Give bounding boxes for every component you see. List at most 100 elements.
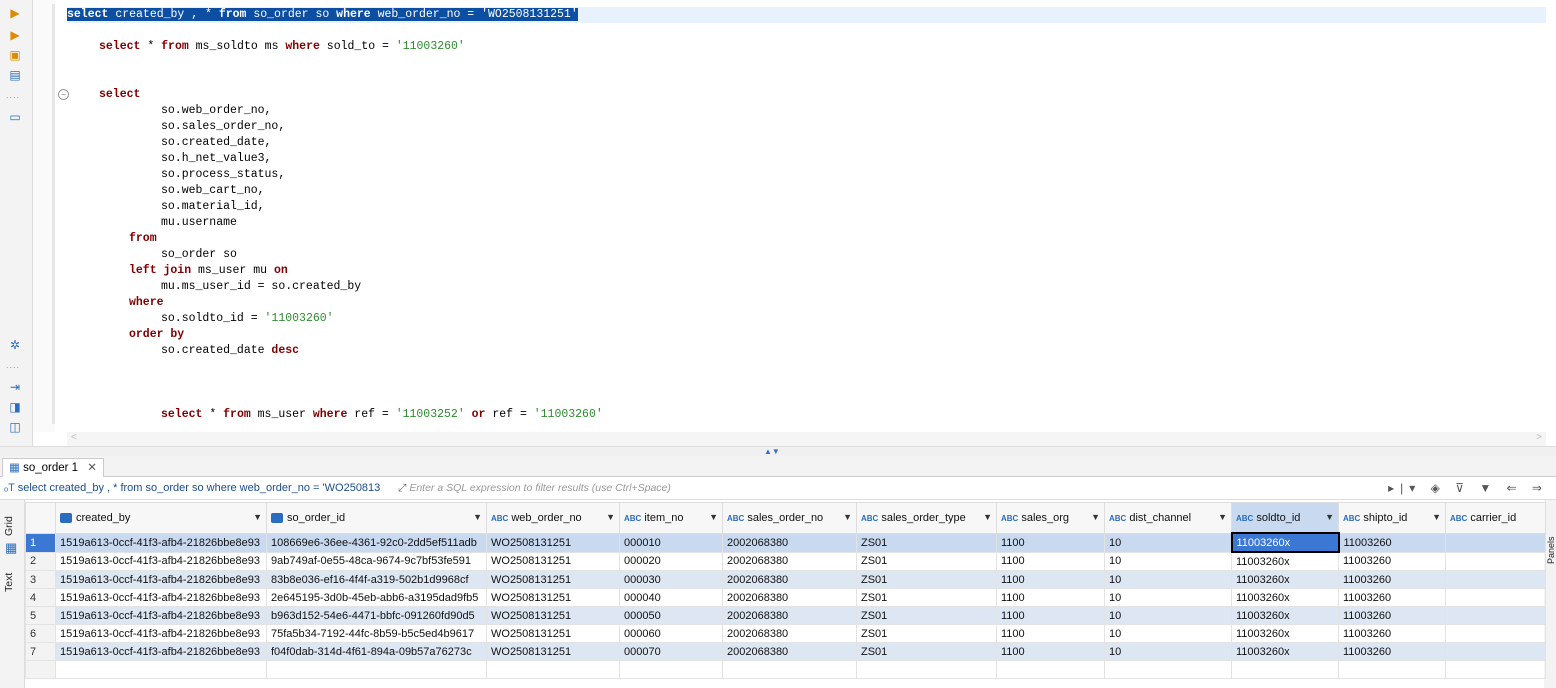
column-header-sales-order-type[interactable]: ABC sales_order_type ▼ [856, 502, 997, 534]
execute-statement-icon[interactable]: ▶ [8, 6, 22, 20]
table-cell[interactable]: 11003260x [1231, 570, 1339, 589]
table-row[interactable]: 7 1519a613-0ccf-41f3-afb4-21826bbe8e93 f04… [25, 642, 1546, 661]
table-cell[interactable]: 1100 [996, 551, 1105, 571]
new-script-icon[interactable]: ◨ [8, 400, 22, 414]
sql-editor[interactable]: select created_by , * from so_order so w… [67, 0, 1556, 432]
table-row[interactable]: 6 1519a613-0ccf-41f3-afb4-21826bbe8e93 75f… [25, 624, 1546, 643]
results-grid[interactable]: created_by ▼ so_order_id ▼ ABC web_order_no… [25, 502, 1546, 679]
table-cell[interactable]: 11003260x [1231, 606, 1339, 625]
sort-icon[interactable]: ▼ [253, 512, 262, 522]
table-cell[interactable]: WO2508131251 [486, 606, 620, 625]
table-cell[interactable]: 1519a613-0ccf-41f3-afb4-21826bbe8e93 [55, 588, 267, 607]
sort-icon[interactable]: ▼ [1325, 512, 1334, 522]
table-cell[interactable] [1445, 606, 1546, 625]
column-header-so-order-id[interactable]: so_order_id ▼ [266, 502, 487, 534]
table-cell[interactable]: 10 [1104, 642, 1232, 661]
horizontal-scrollbar[interactable]: < > [67, 432, 1546, 446]
table-cell[interactable]: 10 [1104, 551, 1232, 571]
table-cell[interactable]: 11003260x [1231, 588, 1339, 607]
column-header-web-order-no[interactable]: ABC web_order_no ▼ [486, 502, 620, 534]
row-number[interactable]: 6 [25, 624, 56, 643]
sort-icon[interactable]: ▼ [1091, 512, 1100, 522]
table-cell[interactable]: 000060 [619, 624, 723, 643]
table-cell[interactable]: 1519a613-0ccf-41f3-afb4-21826bbe8e93 [55, 606, 267, 625]
table-row[interactable]: 3 1519a613-0ccf-41f3-afb4-21826bbe8e93 83b… [25, 570, 1546, 589]
column-header-soldto-id[interactable]: ABC soldto_id ▼ [1231, 502, 1339, 534]
table-cell[interactable]: 2002068380 [722, 551, 857, 571]
table-cell[interactable]: 11003260x [1231, 642, 1339, 661]
table-cell[interactable]: 10 [1104, 606, 1232, 625]
table-cell[interactable]: 2002068380 [722, 532, 857, 553]
table-cell[interactable]: 11003260x [1231, 624, 1339, 643]
table-cell[interactable]: 11003260 [1338, 606, 1446, 625]
table-cell[interactable]: 1519a613-0ccf-41f3-afb4-21826bbe8e93 [55, 551, 267, 571]
table-cell[interactable] [1445, 570, 1546, 589]
table-cell[interactable]: 2e645195-3d0b-45eb-abb6-a3195dad9fb5 [266, 588, 487, 607]
tab-grid[interactable]: Grid [3, 516, 15, 536]
table-cell[interactable]: 1519a613-0ccf-41f3-afb4-21826bbe8e93 [55, 570, 267, 589]
table-row[interactable]: 4 1519a613-0ccf-41f3-afb4-21826bbe8e93 2e6… [25, 588, 1546, 607]
table-cell[interactable]: WO2508131251 [486, 532, 620, 553]
table-cell[interactable]: 11003260x [1230, 532, 1340, 553]
table-cell[interactable] [1445, 642, 1546, 661]
table-cell[interactable]: 000030 [619, 570, 723, 589]
table-cell[interactable]: 11003260 [1338, 532, 1446, 553]
column-header-carrier-id[interactable]: ABC carrier_id [1445, 502, 1546, 534]
table-cell[interactable]: 2002068380 [722, 642, 857, 661]
sort-icon[interactable]: ▼ [1218, 512, 1227, 522]
table-cell[interactable] [1445, 551, 1546, 571]
sort-icon[interactable]: ▼ [983, 512, 992, 522]
row-number[interactable]: 4 [25, 588, 56, 607]
table-cell[interactable]: 1519a613-0ccf-41f3-afb4-21826bbe8e93 [55, 532, 267, 553]
table-cell[interactable]: ZS01 [856, 624, 997, 643]
scroll-left-icon[interactable]: < [71, 432, 77, 443]
collapse-arrows-icon[interactable]: ▲▼ [764, 447, 780, 456]
panels-label[interactable]: Panels [1546, 536, 1556, 564]
table-cell[interactable]: f04f0dab-314d-4f61-894a-09b57a76273c [266, 642, 487, 661]
table-cell[interactable]: 10 [1104, 588, 1232, 607]
column-header-sales-order-no[interactable]: ABC sales_order_no ▼ [722, 502, 857, 534]
table-cell[interactable]: 000020 [619, 551, 723, 571]
table-cell[interactable]: 2002068380 [722, 624, 857, 643]
table-cell[interactable]: 000040 [619, 588, 723, 607]
sort-icon[interactable]: ▼ [473, 512, 482, 522]
variables-icon[interactable]: ◫ [8, 420, 22, 434]
table-cell[interactable]: 2002068380 [722, 606, 857, 625]
table-row[interactable]: 2 1519a613-0ccf-41f3-afb4-21826bbe8e93 9ab… [25, 551, 1546, 571]
table-cell[interactable]: 83b8e036-ef16-4f4f-a319-502b1d9968cf [266, 570, 487, 589]
column-header-created-by[interactable]: created_by ▼ [55, 502, 267, 534]
table-cell[interactable]: 1100 [996, 606, 1105, 625]
row-number[interactable]: 5 [25, 606, 56, 625]
table-cell[interactable]: 1100 [996, 642, 1105, 661]
sort-icon[interactable]: ▼ [709, 512, 718, 522]
sort-icon[interactable]: ▼ [843, 512, 852, 522]
table-cell[interactable] [1445, 624, 1546, 643]
table-cell[interactable]: 1519a613-0ccf-41f3-afb4-21826bbe8e93 [55, 642, 267, 661]
table-cell[interactable] [1445, 588, 1546, 607]
table-cell[interactable]: 2002068380 [722, 588, 857, 607]
table-cell[interactable]: b963d152-54e6-4471-bbfc-091260fd90d5 [266, 606, 487, 625]
execute-in-new-tab-icon[interactable]: ▶ [8, 28, 22, 42]
row-number[interactable]: 7 [25, 642, 56, 661]
row-number[interactable]: 1 [25, 532, 56, 553]
filter-tools[interactable]: ▸|▾ ◈ ⊽ ▼ ⇐ ⇒ [1388, 477, 1548, 499]
row-number[interactable]: 2 [25, 551, 56, 571]
table-cell[interactable]: 1100 [996, 624, 1105, 643]
table-cell[interactable]: 10 [1104, 624, 1232, 643]
close-icon[interactable]: ✕ [87, 462, 97, 474]
table-cell[interactable]: 1519a613-0ccf-41f3-afb4-21826bbe8e93 [55, 624, 267, 643]
table-cell[interactable]: WO2508131251 [486, 570, 620, 589]
table-cell[interactable]: ZS01 [856, 588, 997, 607]
table-cell[interactable]: 000050 [619, 606, 723, 625]
table-cell[interactable]: 108669e6-36ee-4361-92c0-2dd5ef511adb [266, 532, 487, 553]
export-icon[interactable]: ⇥ [8, 380, 22, 394]
table-cell[interactable]: 000070 [619, 642, 723, 661]
table-cell[interactable]: 1100 [996, 570, 1105, 589]
gear-icon[interactable]: ✲ [8, 338, 22, 352]
sort-icon[interactable]: ▼ [606, 512, 615, 522]
table-cell[interactable]: 1100 [996, 588, 1105, 607]
table-cell[interactable]: 11003260 [1338, 570, 1446, 589]
table-row[interactable]: 5 1519a613-0ccf-41f3-afb4-21826bbe8e93 b96… [25, 606, 1546, 625]
table-cell[interactable]: WO2508131251 [486, 551, 620, 571]
tab-so-order-1[interactable]: ▦ so_order 1 ✕ [2, 458, 104, 477]
